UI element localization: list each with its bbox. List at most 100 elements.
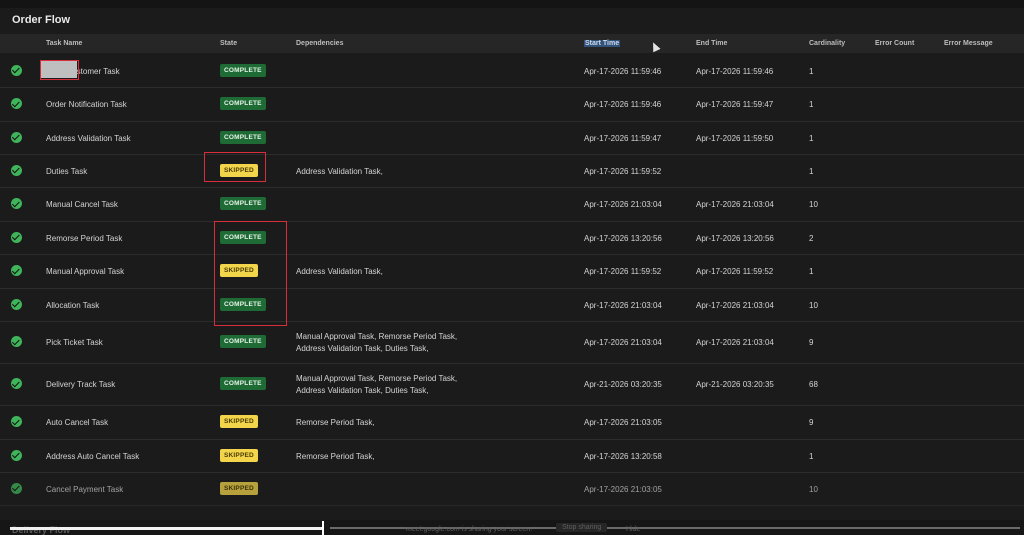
- task-name[interactable]: Address Validation Task: [46, 134, 131, 143]
- dependencies-line-1: Address Validation Task,: [296, 166, 383, 176]
- cardinality: 1: [809, 267, 814, 276]
- task-name[interactable]: Delivery Track Task: [46, 380, 115, 389]
- state-badge: COMPLETE: [220, 335, 266, 348]
- check-circle-icon: [11, 449, 22, 461]
- col-cardinality[interactable]: Cardinality: [809, 40, 845, 47]
- table-row[interactable]: Delivery Track Task COMPLETE Manual Appr…: [0, 363, 1024, 406]
- task-name[interactable]: Manual Cancel Task: [46, 200, 118, 209]
- start-time: Apr-17-2026 21:03:04: [584, 338, 662, 347]
- cardinality: 68: [809, 380, 818, 389]
- task-name[interactable]: Allocation Task: [46, 301, 99, 310]
- task-name[interactable]: Address Auto Cancel Task: [46, 452, 139, 461]
- check-circle-icon: [11, 98, 22, 109]
- col-state[interactable]: State: [220, 40, 237, 47]
- state-badge: SKIPPED: [220, 448, 258, 462]
- start-time: Apr-17-2026 11:59:46: [584, 100, 662, 109]
- hide-button[interactable]: Hide: [626, 526, 640, 533]
- state-badge: COMPLETE: [220, 130, 266, 144]
- state-badge: COMPLETE: [220, 197, 266, 210]
- state-badge: SKIPPED: [220, 415, 258, 428]
- end-time: Apr-17-2026 11:59:46: [696, 66, 774, 76]
- end-time: Apr-17-2026 11:59:50: [696, 133, 774, 143]
- table-row[interactable]: Manual Approval Task SKIPPED Address Val…: [0, 254, 1024, 289]
- col-error-count[interactable]: Error Count: [875, 40, 914, 47]
- dependencies-line-2: Address Validation Task, Duties Task,: [296, 344, 429, 353]
- cardinality: 1: [809, 66, 814, 76]
- check-circle-icon: [11, 482, 22, 494]
- col-dependencies[interactable]: Dependencies: [296, 40, 343, 47]
- end-time: Apr-17-2026 13:20:56: [696, 233, 774, 243]
- state-badge: SKIPPED: [220, 481, 258, 495]
- cardinality: 9: [809, 418, 814, 427]
- cardinality: 10: [809, 484, 818, 494]
- table-row[interactable]: Remorse Period Task COMPLETE Apr-17-2026…: [0, 221, 1024, 255]
- table-row[interactable]: Order Notification Task COMPLETE Apr-17-…: [0, 87, 1024, 122]
- task-name[interactable]: Cancel Payment Task: [46, 485, 123, 494]
- table-row[interactable]: Allocation Task COMPLETE Apr-17-2026 21:…: [0, 288, 1024, 322]
- end-time: Apr-17-2026 21:03:04: [696, 300, 774, 310]
- cardinality: 2: [809, 233, 814, 243]
- start-time: Apr-17-2026 11:59:52: [584, 267, 662, 276]
- dependencies-line-1: Remorse Period Task,: [296, 418, 375, 427]
- footer-bar: Delivery Flow meet.google.com is sharing…: [0, 520, 1024, 535]
- start-time: Apr-17-2026 21:03:04: [584, 300, 662, 310]
- table-row[interactable]: Cancel Payment Task SKIPPED Apr-17-2026 …: [0, 472, 1024, 506]
- dependencies-line-1: Address Validation Task,: [296, 267, 383, 276]
- col-error-message[interactable]: Error Message: [944, 40, 993, 47]
- state-badge: COMPLETE: [220, 377, 266, 390]
- table-row[interactable]: Address Auto Cancel Task SKIPPED Remorse…: [0, 439, 1024, 473]
- table-row[interactable]: Pick Ticket Task COMPLETE Manual Approva…: [0, 321, 1024, 364]
- check-circle-icon: [11, 416, 22, 427]
- col-task-name[interactable]: Task Name: [46, 40, 82, 47]
- screen-share-notice: meet.google.com is sharing your screen.: [406, 526, 533, 533]
- cardinality: 1: [809, 451, 814, 461]
- table-row[interactable]: Duties Task SKIPPED Address Validation T…: [0, 154, 1024, 188]
- end-time: Apr-17-2026 11:59:47: [696, 100, 774, 109]
- cardinality: 1: [809, 133, 814, 143]
- dependencies-line-1: Remorse Period Task,: [296, 451, 375, 461]
- video-progress-bar[interactable]: [10, 527, 322, 530]
- start-time: Apr-17-2026 21:03:05: [584, 484, 662, 494]
- check-circle-icon: [11, 198, 22, 209]
- video-progress-handle[interactable]: [322, 521, 324, 535]
- task-name[interactable]: Order Notification Task: [46, 100, 127, 109]
- cardinality: 10: [809, 200, 818, 209]
- end-time: Apr-21-2026 03:20:35: [696, 380, 774, 389]
- table-row[interactable]: OMS Customer Task COMPLETE Apr-17-2026 1…: [0, 54, 1024, 88]
- stop-sharing-button[interactable]: Stop sharing: [556, 523, 608, 532]
- table-row[interactable]: Manual Cancel Task COMPLETE Apr-17-2026 …: [0, 187, 1024, 222]
- check-circle-icon: [11, 231, 22, 243]
- state-badge: COMPLETE: [220, 97, 266, 110]
- start-time: Apr-17-2026 11:59:46: [584, 66, 662, 76]
- start-time: Apr-21-2026 03:20:35: [584, 380, 662, 389]
- task-name[interactable]: Duties Task: [46, 167, 87, 176]
- start-time: Apr-17-2026 21:03:05: [584, 418, 662, 427]
- task-name[interactable]: Remorse Period Task: [46, 234, 122, 243]
- col-end-time[interactable]: End Time: [696, 40, 727, 47]
- task-name[interactable]: Auto Cancel Task: [46, 418, 108, 427]
- table-row[interactable]: Auto Cancel Task SKIPPED Remorse Period …: [0, 405, 1024, 440]
- check-circle-icon: [11, 265, 22, 276]
- dependencies-line-2: Address Validation Task, Duties Task,: [296, 386, 429, 395]
- task-name[interactable]: Pick Ticket Task: [46, 338, 103, 347]
- end-time: Apr-17-2026 11:59:52: [696, 267, 774, 276]
- table-row[interactable]: Address Validation Task COMPLETE Apr-17-…: [0, 121, 1024, 155]
- task-name[interactable]: Manual Approval Task: [46, 267, 124, 276]
- start-time: Apr-17-2026 13:20:58: [584, 451, 662, 461]
- dependencies-line-1: Manual Approval Task, Remorse Period Tas…: [296, 332, 458, 341]
- cardinality: 1: [809, 166, 814, 176]
- check-circle-icon: [11, 336, 22, 347]
- start-time: Apr-17-2026 11:59:52: [584, 166, 662, 176]
- check-circle-icon: [11, 378, 22, 389]
- dependencies-line-1: Manual Approval Task, Remorse Period Tas…: [296, 374, 458, 383]
- col-start-time[interactable]: Start Time: [584, 40, 621, 47]
- annotation-box-redaction: [40, 60, 79, 80]
- check-circle-icon: [11, 298, 22, 310]
- end-time: Apr-17-2026 21:03:04: [696, 200, 774, 209]
- table-header: Task Name State Dependencies Start Time …: [0, 34, 1024, 53]
- cardinality: 9: [809, 338, 814, 347]
- cardinality: 10: [809, 300, 818, 310]
- cardinality: 1: [809, 100, 814, 109]
- check-circle-icon: [11, 131, 22, 143]
- start-time: Apr-17-2026 11:59:47: [584, 133, 662, 143]
